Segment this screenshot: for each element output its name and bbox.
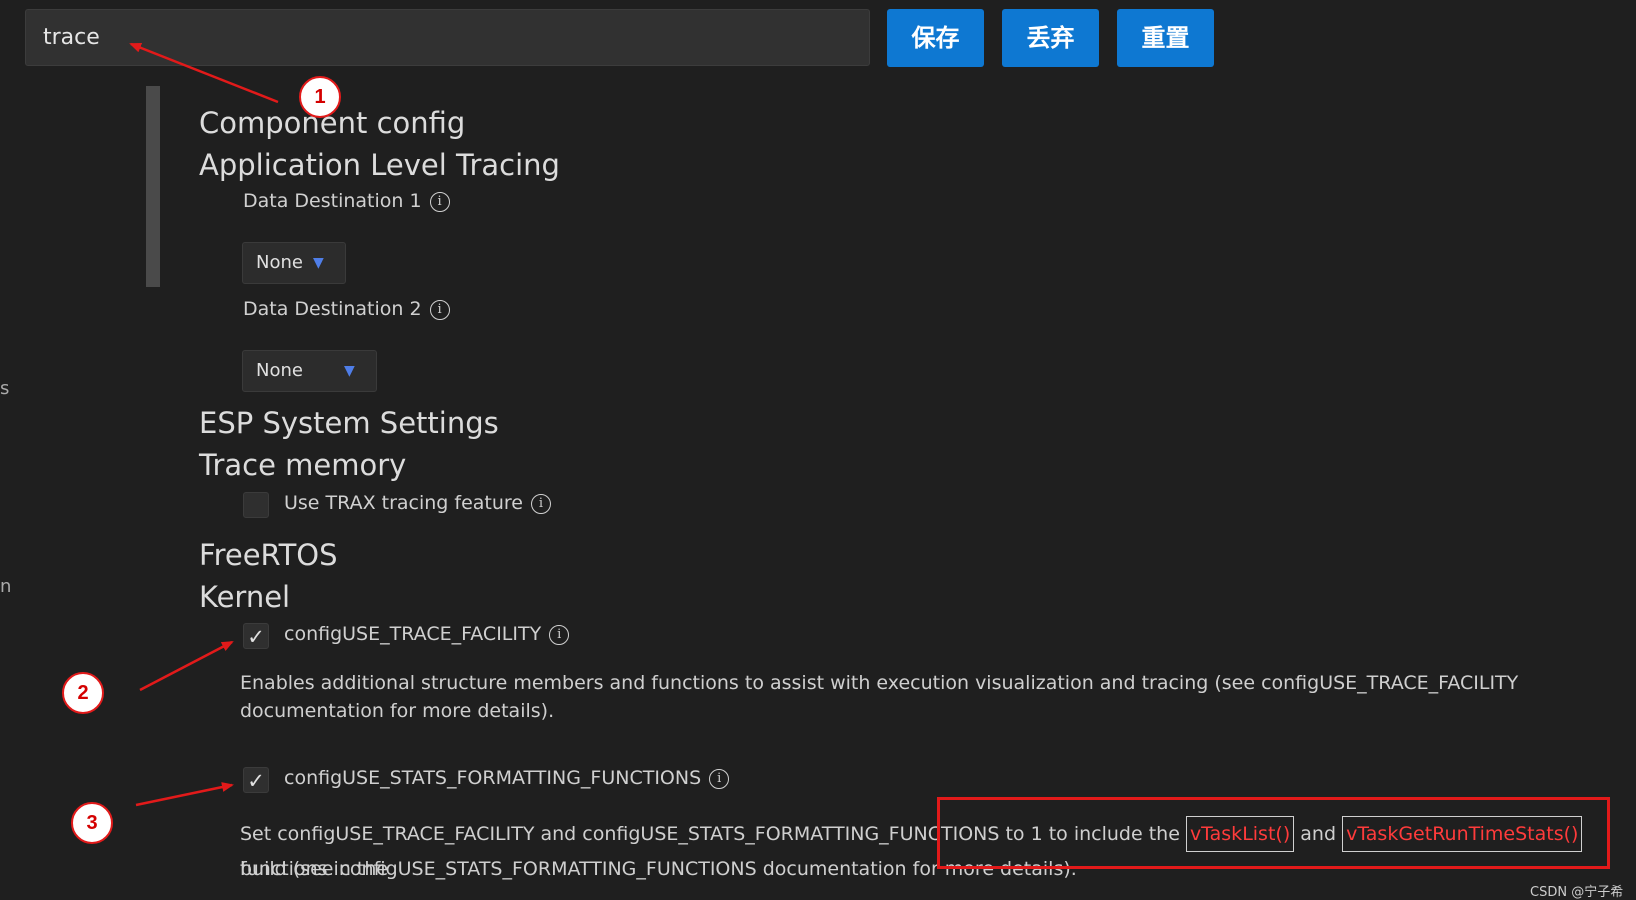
annotation-arrows (129, 42, 279, 807)
callout-3: 3 (71, 802, 113, 844)
callout-1: 1 (299, 76, 341, 118)
callout-2: 2 (62, 672, 104, 714)
arrow-3 (135, 782, 234, 807)
arrow-2 (139, 640, 234, 692)
watermark: CSDN @宁子希 (1530, 885, 1624, 900)
arrow-1 (129, 42, 279, 104)
